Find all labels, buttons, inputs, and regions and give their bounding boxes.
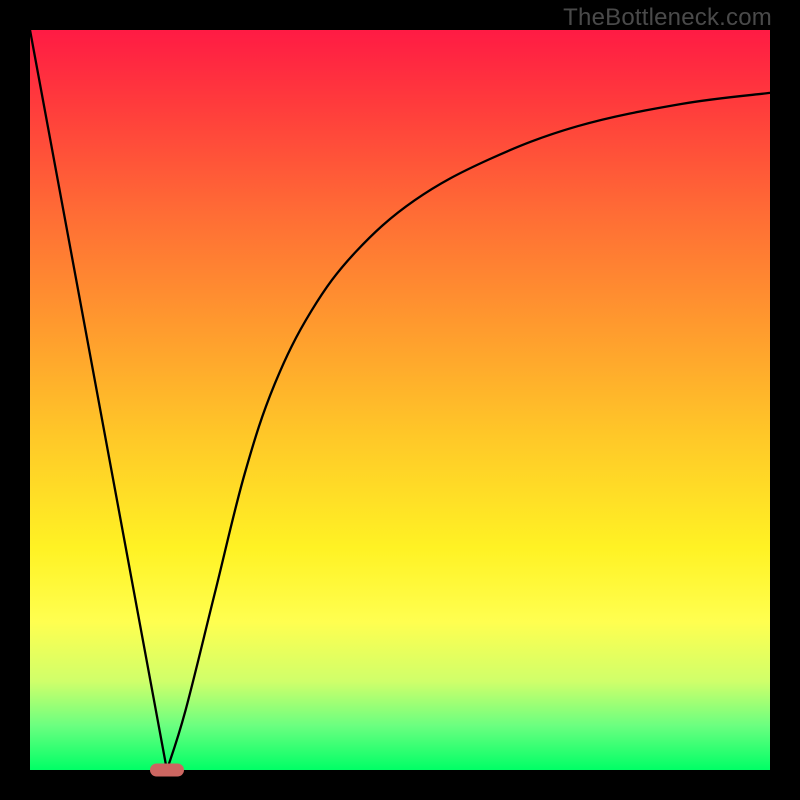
watermark-text: TheBottleneck.com	[563, 4, 772, 32]
chart-plot-area	[30, 30, 770, 770]
